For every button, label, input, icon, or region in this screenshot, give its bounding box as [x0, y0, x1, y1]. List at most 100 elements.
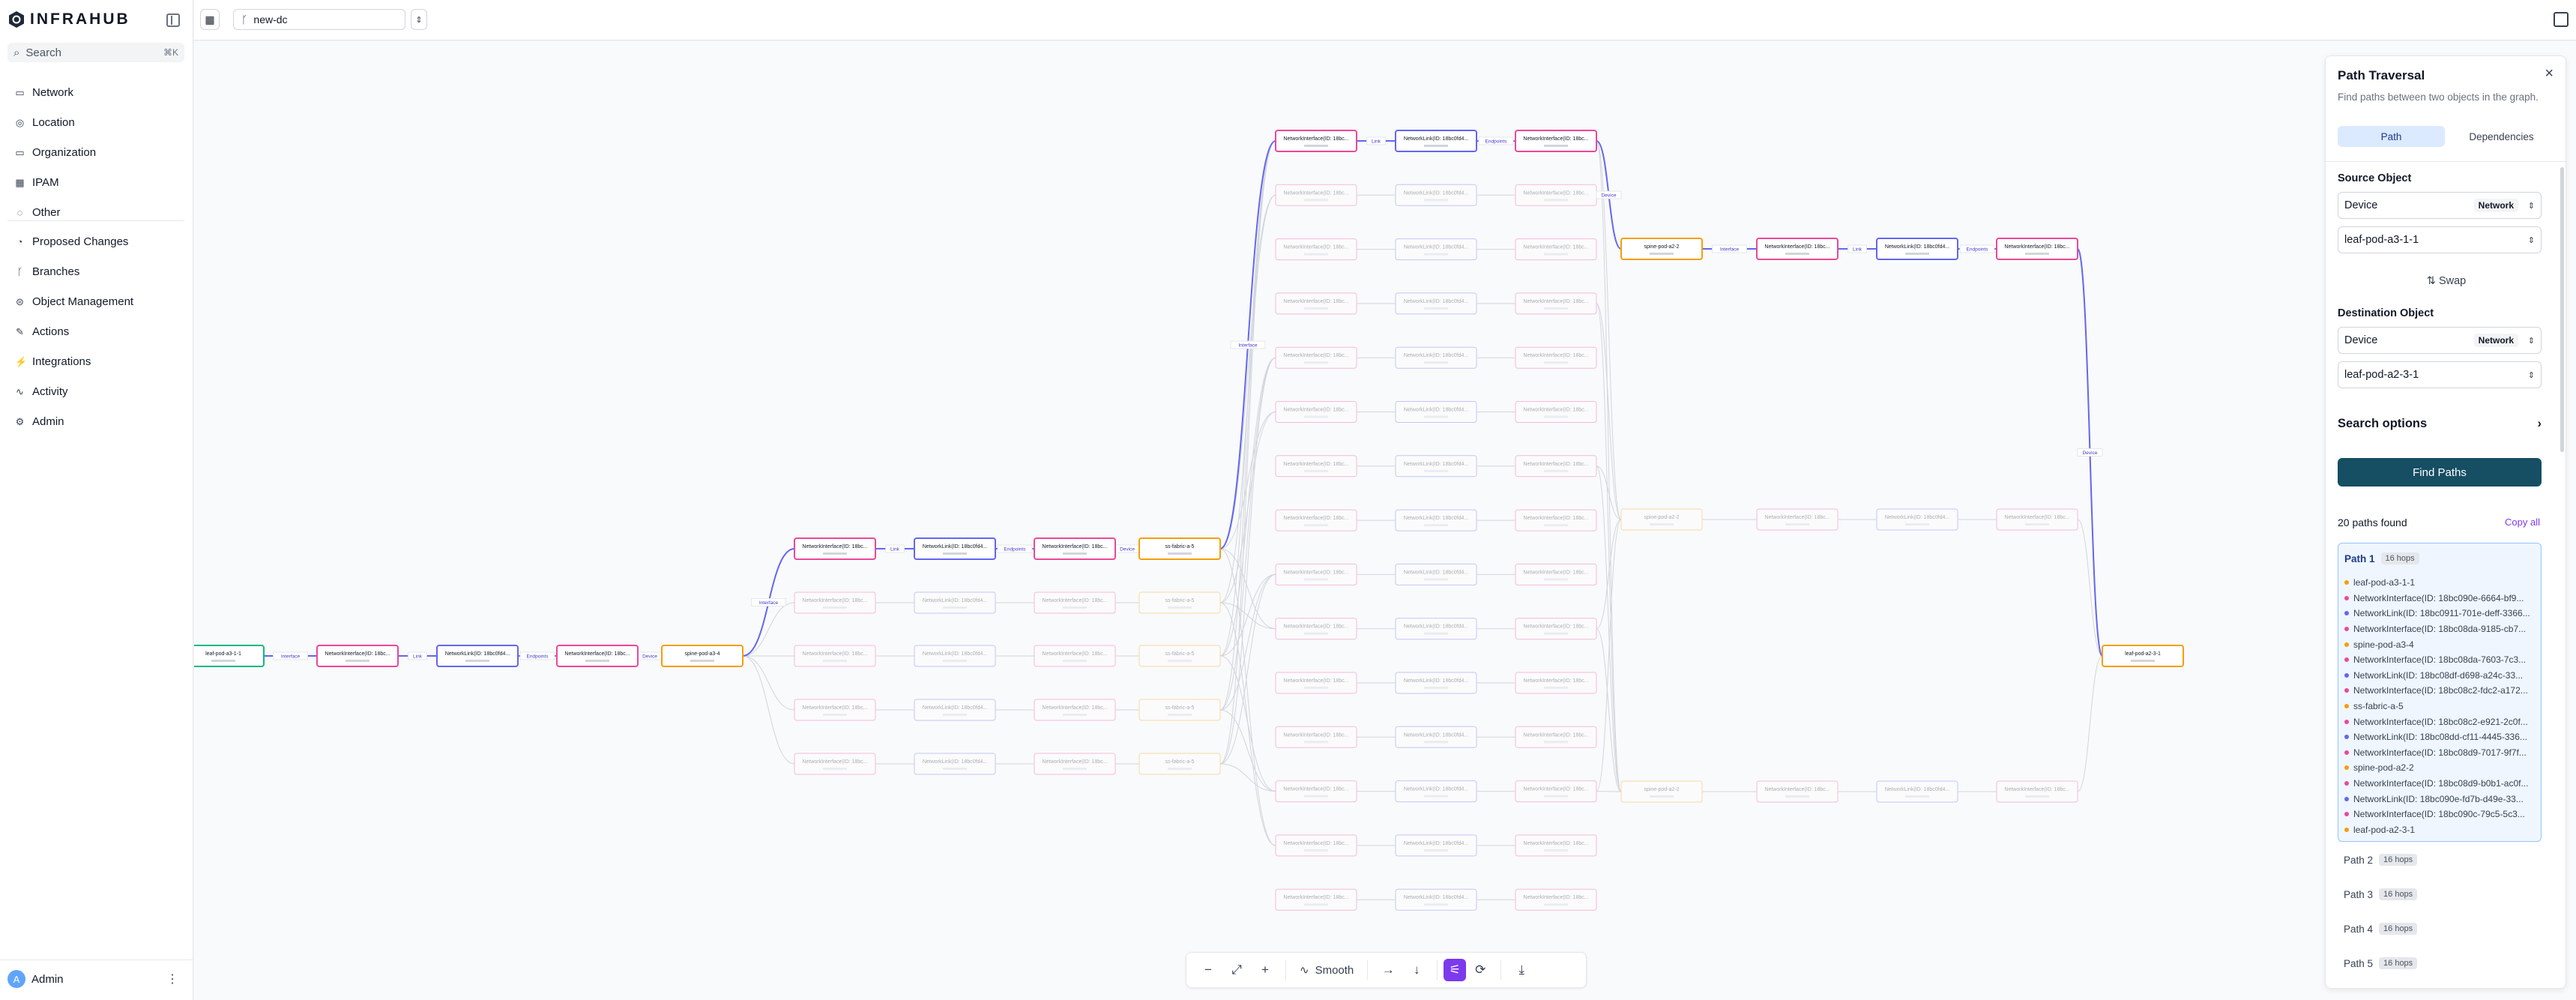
- path-step[interactable]: NetworkInterface(ID: 18bc090c-79c5-5c3..…: [2344, 807, 2538, 822]
- graph-edge[interactable]: [1596, 140, 1622, 792]
- download-button[interactable]: ⤓: [1507, 959, 1536, 981]
- graph-node-iface[interactable]: NetworkInterface(ID: 18bc...: [1275, 130, 1357, 152]
- path-step[interactable]: NetworkLink(ID: 18bc0911-701e-deff-3366.…: [2344, 606, 2538, 621]
- path-step[interactable]: NetworkInterface(ID: 18bc08d9-7017-9f7f.…: [2344, 745, 2538, 761]
- graph-edge[interactable]: [742, 655, 795, 765]
- sidebar-item-location[interactable]: ◎ Location: [7, 107, 184, 137]
- graph-node-iface[interactable]: NetworkInterface(ID: 18bc...: [1275, 888, 1357, 911]
- path-step[interactable]: NetworkLink(ID: 18bc090e-fd7b-d49e-33...: [2344, 791, 2538, 807]
- path-step[interactable]: leaf-pod-a2-3-1: [2344, 822, 2538, 838]
- graph-node-device[interactable]: spine-pod-a2-2: [1620, 238, 1703, 260]
- destination-kind-select[interactable]: Device Network ⇕: [2338, 327, 2542, 354]
- graph-svg[interactable]: NetworkInterface(ID: 18bc... NetworkLink(…: [194, 41, 2576, 1000]
- chevron-up-down-icon[interactable]: ⇕: [411, 9, 427, 30]
- graph-node-iface[interactable]: NetworkInterface(ID: 18bc...: [794, 537, 876, 560]
- graph-node-iface[interactable]: NetworkInterface(ID: 18bc...: [1275, 618, 1357, 640]
- path-step[interactable]: NetworkInterface(ID: 18bc08da-7603-7c3..…: [2344, 652, 2538, 668]
- sidebar-item-activity[interactable]: ∿ Activity: [7, 376, 184, 406]
- graph-node-device[interactable]: ss-fabric-a-5: [1138, 645, 1221, 667]
- graph-node-device[interactable]: spine-pod-a3-4: [661, 645, 743, 667]
- graph-node-link[interactable]: NetworkLink(ID: 18bc0fd4...: [1395, 455, 1477, 478]
- graph-node-iface[interactable]: NetworkInterface(ID: 18bc...: [1515, 130, 1597, 152]
- path-row[interactable]: Path 5 16 hops: [2344, 957, 2418, 969]
- graph-node-iface[interactable]: NetworkInterface(ID: 18bc...: [794, 591, 876, 614]
- graph-node-iface[interactable]: NetworkInterface(ID: 18bc...: [1275, 401, 1357, 423]
- graph-node-link[interactable]: NetworkLink(ID: 18bc0fd4...: [1395, 292, 1477, 315]
- find-paths-button[interactable]: Find Paths: [2338, 458, 2542, 487]
- path-card-selected[interactable]: Path 1 16 hops leaf-pod-a3-1-1 NetworkInt…: [2338, 543, 2542, 842]
- search-options-toggle[interactable]: Search options ›: [2338, 417, 2542, 431]
- tab-path[interactable]: Path: [2338, 126, 2445, 147]
- swap-button[interactable]: ⇅ Swap: [2326, 275, 2566, 287]
- graph-node-link[interactable]: NetworkLink(ID: 18bc0fd4...: [1395, 780, 1477, 803]
- graph-node-iface[interactable]: NetworkInterface(ID: 18bc...: [316, 645, 399, 667]
- graph-node-iface[interactable]: NetworkInterface(ID: 18bc...: [1515, 184, 1597, 206]
- user-menu[interactable]: A Admin ⋮: [7, 969, 184, 990]
- graph-edge[interactable]: [2077, 655, 2103, 792]
- graph-node-link[interactable]: NetworkLink(ID: 18bc0fd4...: [1876, 780, 1958, 803]
- graph-node-iface[interactable]: NetworkInterface(ID: 18bc...: [1275, 346, 1357, 369]
- tab-dependencies[interactable]: Dependencies: [2448, 126, 2555, 147]
- zoom-in-button[interactable]: +: [1251, 959, 1279, 981]
- graph-node-link[interactable]: NetworkLink(ID: 18bc0fd4...: [1395, 726, 1477, 748]
- brand[interactable]: INFRAHUB: [7, 10, 130, 28]
- sidebar-item-proposed-changes[interactable]: ◔ Proposed Changes: [7, 226, 184, 256]
- graph-node-iface[interactable]: NetworkInterface(ID: 18bc...: [1515, 292, 1597, 315]
- graph-node-link[interactable]: NetworkLink(ID: 18bc0fd4...: [914, 753, 996, 775]
- layout-right-button[interactable]: →: [1374, 959, 1402, 981]
- graph-node-iface[interactable]: NetworkInterface(ID: 18bc...: [1275, 780, 1357, 803]
- graph-node-iface[interactable]: NetworkInterface(ID: 18bc...: [1034, 699, 1116, 721]
- graph-node-iface[interactable]: NetworkInterface(ID: 18bc...: [1756, 238, 1839, 260]
- graph-node-link[interactable]: NetworkLink(ID: 18bc0fd4...: [914, 537, 996, 560]
- graph-node-iface[interactable]: NetworkInterface(ID: 18bc...: [1515, 238, 1597, 261]
- path-step[interactable]: leaf-pod-a3-1-1: [2344, 575, 2538, 591]
- path-step[interactable]: spine-pod-a3-4: [2344, 636, 2538, 652]
- graph-node-iface[interactable]: NetworkInterface(ID: 18bc...: [1515, 888, 1597, 911]
- graph-node-device[interactable]: leaf-pod-a2-3-1: [2102, 645, 2184, 667]
- graph-node-link[interactable]: NetworkLink(ID: 18bc0fd4...: [1395, 834, 1477, 857]
- collapse-sidebar-icon[interactable]: [166, 13, 180, 27]
- panel-scrollbar[interactable]: [2560, 167, 2564, 452]
- graph-node-link[interactable]: NetworkLink(ID: 18bc0fd4...: [1395, 509, 1477, 531]
- fit-view-button[interactable]: ⤢: [1222, 959, 1251, 981]
- graph-node-iface[interactable]: NetworkInterface(ID: 18bc...: [1996, 238, 2078, 260]
- refresh-button[interactable]: ⟳: [1466, 959, 1494, 981]
- path-step[interactable]: NetworkInterface(ID: 18bc08c2-fdc2-a172.…: [2344, 683, 2538, 699]
- graph-node-iface[interactable]: NetworkInterface(ID: 18bc...: [1515, 401, 1597, 423]
- graph-node-link[interactable]: NetworkLink(ID: 18bc0fd4...: [1876, 238, 1958, 260]
- graph-node-iface[interactable]: NetworkInterface(ID: 18bc...: [1515, 672, 1597, 694]
- sidebar-item-other[interactable]: ◌ Other: [7, 197, 184, 227]
- graph-node-device[interactable]: ss-fabric-a-5: [1138, 753, 1221, 775]
- sidebar-item-object-management[interactable]: ⊜ Object Management: [7, 286, 184, 316]
- path-row[interactable]: Path 2 16 hops: [2344, 854, 2418, 866]
- destination-object-select[interactable]: leaf-pod-a2-3-1 ⇕: [2338, 361, 2542, 388]
- graph-node-iface[interactable]: NetworkInterface(ID: 18bc...: [1275, 672, 1357, 694]
- graph-node-iface[interactable]: NetworkInterface(ID: 18bc...: [1996, 508, 2078, 531]
- sidebar-item-actions[interactable]: ✎ Actions: [7, 316, 184, 346]
- graph-node-link[interactable]: NetworkLink(ID: 18bc0fd4...: [1395, 346, 1477, 369]
- graph-node-link[interactable]: NetworkLink(ID: 18bc0fd4...: [1395, 888, 1477, 911]
- graph-node-iface[interactable]: NetworkInterface(ID: 18bc...: [1034, 645, 1116, 667]
- zoom-out-button[interactable]: −: [1194, 959, 1222, 981]
- graph-edge[interactable]: [742, 602, 795, 657]
- graph-node-iface[interactable]: NetworkInterface(ID: 18bc...: [1275, 292, 1357, 315]
- graph-node-src[interactable]: leaf-pod-a3-1-1: [194, 645, 265, 667]
- graph-edge[interactable]: [1219, 573, 1276, 765]
- graph-edge[interactable]: [1219, 140, 1276, 657]
- graph-node-link[interactable]: NetworkLink(ID: 18bc0fd4...: [1395, 238, 1477, 261]
- graph-node-iface[interactable]: NetworkInterface(ID: 18bc...: [1515, 455, 1597, 478]
- sidebar-item-network[interactable]: ▭ Network: [7, 77, 184, 107]
- graph-node-iface[interactable]: NetworkInterface(ID: 18bc...: [1515, 726, 1597, 748]
- graph-node-iface[interactable]: NetworkInterface(ID: 18bc...: [1515, 780, 1597, 803]
- graph-node-iface[interactable]: NetworkInterface(ID: 18bc...: [1515, 563, 1597, 585]
- graph-edge[interactable]: [1219, 140, 1276, 711]
- graph-node-link[interactable]: NetworkLink(ID: 18bc0fd4...: [914, 645, 996, 667]
- graph-node-link[interactable]: NetworkLink(ID: 18bc0fd4...: [1395, 618, 1477, 640]
- graph-node-device[interactable]: ss-fabric-a-5: [1138, 699, 1221, 721]
- graph-edge[interactable]: [1596, 466, 1622, 792]
- graph-node-device[interactable]: ss-fabric-a-5: [1138, 591, 1221, 614]
- branch-selector[interactable]: ᚴ new-dc: [233, 9, 405, 30]
- graph-node-iface[interactable]: NetworkInterface(ID: 18bc...: [794, 753, 876, 775]
- graph-node-iface[interactable]: NetworkInterface(ID: 18bc...: [1275, 455, 1357, 478]
- path-step[interactable]: ss-fabric-a-5: [2344, 699, 2538, 714]
